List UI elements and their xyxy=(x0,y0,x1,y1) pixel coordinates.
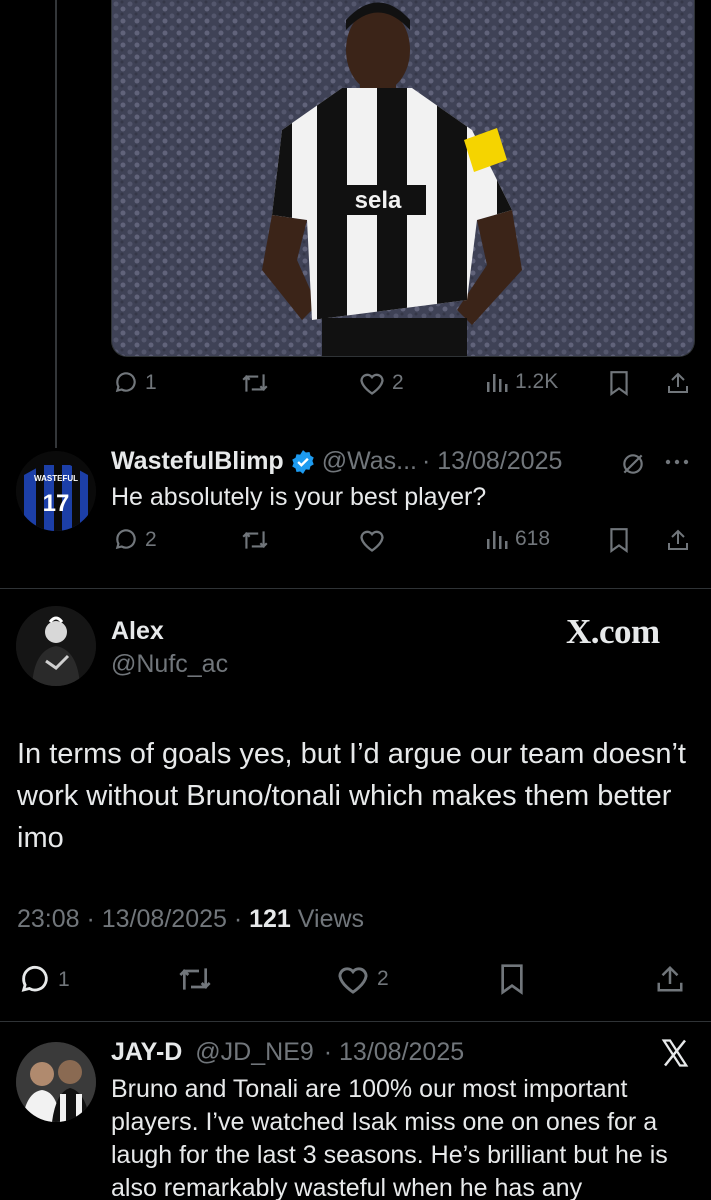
x-logo-icon xyxy=(661,1039,689,1067)
views-label: Views xyxy=(290,905,365,933)
views-button[interactable]: 618 xyxy=(485,527,550,551)
tweet-meta: 23:08 · 13/08/2025 · 121 Views xyxy=(17,905,364,934)
main-tweet-actions: 1 2 xyxy=(0,963,711,1003)
avatar[interactable] xyxy=(16,1042,96,1122)
tweet-text: In terms of goals yes, but I’d argue our… xyxy=(17,738,686,854)
retweet-button[interactable] xyxy=(240,370,270,396)
reply-icon xyxy=(21,965,48,992)
reply-button[interactable]: 1 xyxy=(18,963,70,997)
share-button[interactable] xyxy=(655,963,685,995)
display-name[interactable]: Alex xyxy=(111,617,164,646)
share-icon xyxy=(657,965,683,992)
share-icon xyxy=(668,372,688,393)
svg-text:17: 17 xyxy=(43,490,70,517)
bookmark-button[interactable] xyxy=(497,963,527,995)
views-icon xyxy=(487,531,508,549)
bookmark-icon xyxy=(610,371,628,396)
divider xyxy=(0,588,711,589)
like-button[interactable]: 2 xyxy=(358,370,404,396)
bookmark-button[interactable] xyxy=(607,527,631,553)
retweet-button[interactable] xyxy=(176,963,214,995)
reply-actions: 2 618 xyxy=(0,527,711,567)
timestamp[interactable]: 23:08 · 13/08/2025 · xyxy=(17,905,249,933)
brand-watermark: X.com xyxy=(566,612,660,651)
display-name[interactable]: WastefulBlimp xyxy=(111,447,284,476)
reply-button[interactable]: 2 xyxy=(113,527,157,553)
svg-text:WASTEFUL: WASTEFUL xyxy=(34,474,78,483)
bookmark-icon xyxy=(610,528,628,553)
verified-badge-icon xyxy=(291,449,314,474)
heart-icon xyxy=(360,530,384,552)
top-tweet-actions: 1 2 1.2K xyxy=(0,370,711,410)
share-button[interactable] xyxy=(666,527,690,553)
reply-button[interactable]: 1 xyxy=(113,370,157,396)
heart-icon xyxy=(360,373,384,395)
reply-icon xyxy=(115,529,136,550)
more-icon[interactable] xyxy=(664,455,690,469)
handle[interactable]: @JD_NE9 xyxy=(195,1038,313,1066)
retweet-icon xyxy=(179,968,211,990)
reply-text: He absolutely is your best player? xyxy=(111,483,487,511)
date[interactable]: · 13/08/2025 xyxy=(324,1038,464,1066)
handle[interactable]: @Was... xyxy=(322,447,417,476)
views-count: 121 xyxy=(249,905,291,933)
muted-conversation-icon[interactable] xyxy=(620,451,646,477)
handle[interactable]: @Nufc_ac xyxy=(111,650,228,679)
display-name[interactable]: JAY-D xyxy=(111,1038,182,1066)
reply-text: Bruno and Tonali are 100% our most impor… xyxy=(111,1075,668,1200)
bookmark-icon xyxy=(501,964,523,995)
reply-icon xyxy=(115,372,136,393)
heart-icon xyxy=(338,967,368,994)
retweet-icon xyxy=(242,374,268,392)
divider xyxy=(0,1021,711,1022)
retweet-icon xyxy=(242,531,268,549)
views-icon xyxy=(487,374,508,392)
tweet-image[interactable]: sela xyxy=(111,0,695,357)
share-icon xyxy=(668,529,688,550)
reply-header: WastefulBlimp @Was... · 13/08/2025 xyxy=(111,447,562,476)
avatar[interactable] xyxy=(16,606,96,686)
avatar[interactable]: WASTEFUL 17 xyxy=(16,451,96,531)
retweet-button[interactable] xyxy=(240,527,270,553)
views-button[interactable]: 1.2K xyxy=(485,370,558,394)
share-button[interactable] xyxy=(666,370,690,396)
date[interactable]: · 13/08/2025 xyxy=(422,447,562,476)
like-button[interactable] xyxy=(358,527,386,553)
reply-header: JAY-D @JD_NE9 · 13/08/2025 xyxy=(111,1038,464,1067)
bookmark-button[interactable] xyxy=(607,370,631,396)
svg-text:sela: sela xyxy=(355,187,402,214)
like-button[interactable]: 2 xyxy=(335,963,389,995)
